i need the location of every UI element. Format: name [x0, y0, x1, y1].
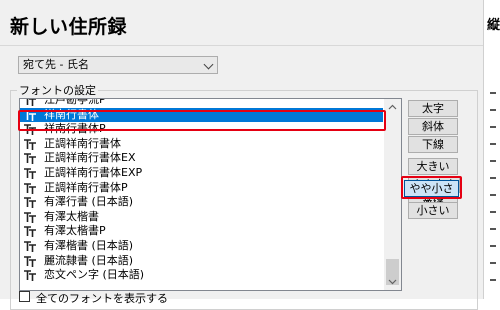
chevron-down-icon: [203, 59, 214, 70]
font-name: 正調祥南行書体EXP: [44, 165, 143, 179]
preview-marker: [490, 228, 496, 230]
preview-marker: [490, 92, 496, 94]
font-name: 有澤太楷書: [44, 209, 99, 223]
truetype-font-icon: [24, 168, 36, 179]
font-name: 有澤楷書 (日本語): [44, 238, 134, 252]
dialog-title: 新しい住所録: [10, 16, 128, 38]
title-divider: [0, 45, 483, 46]
show-all-fonts-checkbox[interactable]: [19, 291, 30, 302]
font-list-item[interactable]: 有澤太楷書: [20, 210, 383, 225]
font-name: 正調祥南行書体EX: [44, 151, 136, 165]
preview-marker: [490, 109, 496, 111]
font-name: 麗流隷書 (日本語): [44, 253, 134, 267]
font-list-item[interactable]: 正調祥南行書体P: [20, 181, 383, 196]
font-list-item[interactable]: 正調祥南行書体EX: [20, 151, 383, 166]
show-all-fonts-label: 全てのフォントを表示する: [36, 292, 168, 305]
font-list-item[interactable]: 恋文ペン字 (日本語): [20, 268, 383, 283]
font-name: 江戸勘亭流P: [44, 98, 106, 106]
preview-heading: 縦: [487, 18, 500, 33]
preview-marker: [490, 160, 496, 162]
truetype-font-icon: [24, 197, 36, 209]
preview-marker: [490, 211, 496, 213]
vertical-scrollbar[interactable]: [384, 99, 401, 290]
font-list-item[interactable]: 正調祥南行書体: [20, 137, 383, 152]
address-book-dialog: 新しい住所録 宛て先 - 氏名 フォントの設定 江戸勘亭流P 祥南行書体 祥南行書体…: [0, 0, 483, 310]
size-large-button[interactable]: 大きい: [408, 158, 458, 175]
font-settings-label: フォントの設定: [17, 82, 98, 98]
preview-marker: [490, 177, 496, 179]
italic-button[interactable]: 斜体: [408, 118, 458, 135]
preview-marker: [490, 262, 496, 264]
font-name: 正調祥南行書体: [44, 136, 121, 150]
preview-pane: 縦: [483, 0, 500, 299]
truetype-font-icon: [24, 241, 36, 252]
preview-marker: [490, 194, 496, 196]
size-small-button[interactable]: 小さい: [408, 202, 458, 219]
font-list-item[interactable]: 正調祥南行書体EXP: [20, 166, 383, 181]
preview-marker: [490, 126, 496, 128]
truetype-font-icon: [24, 255, 36, 267]
truetype-font-icon: [24, 182, 36, 194]
truetype-font-icon: [26, 99, 36, 106]
truetype-font-icon: [24, 211, 36, 223]
preview-marker: [490, 245, 496, 247]
font-list-item[interactable]: 有澤太楷書P: [20, 224, 383, 239]
font-name: 正調祥南行書体P: [44, 180, 128, 194]
preview-marker: [490, 143, 496, 145]
truetype-font-icon: [24, 270, 36, 282]
selected-size-highlight: [401, 176, 462, 199]
target-combo-value: 宛て先 - 氏名: [23, 58, 89, 71]
selected-font-highlight: [18, 110, 386, 131]
font-list-item[interactable]: 有澤行書 (日本語): [20, 195, 383, 210]
font-name: 恋文ペン字 (日本語): [44, 268, 145, 282]
bold-button[interactable]: 太字: [408, 100, 458, 117]
target-combo[interactable]: 宛て先 - 氏名: [18, 56, 218, 74]
font-list-item[interactable]: 有澤楷書 (日本語): [20, 239, 383, 254]
truetype-font-icon: [24, 226, 36, 238]
truetype-font-icon: [24, 138, 36, 150]
truetype-font-icon: [24, 153, 36, 165]
font-list-item[interactable]: 麗流隷書 (日本語): [20, 254, 383, 269]
preview-marker: [490, 279, 496, 281]
scroll-up-arrow-icon[interactable]: [384, 99, 401, 116]
font-list-item[interactable]: 江戸勘亭流P: [20, 98, 383, 108]
scroll-down-arrow-icon[interactable]: [384, 273, 401, 290]
font-name: 有澤太楷書P: [44, 224, 106, 238]
font-name: 有澤行書 (日本語): [44, 195, 134, 209]
underline-button[interactable]: 下線: [408, 136, 458, 153]
